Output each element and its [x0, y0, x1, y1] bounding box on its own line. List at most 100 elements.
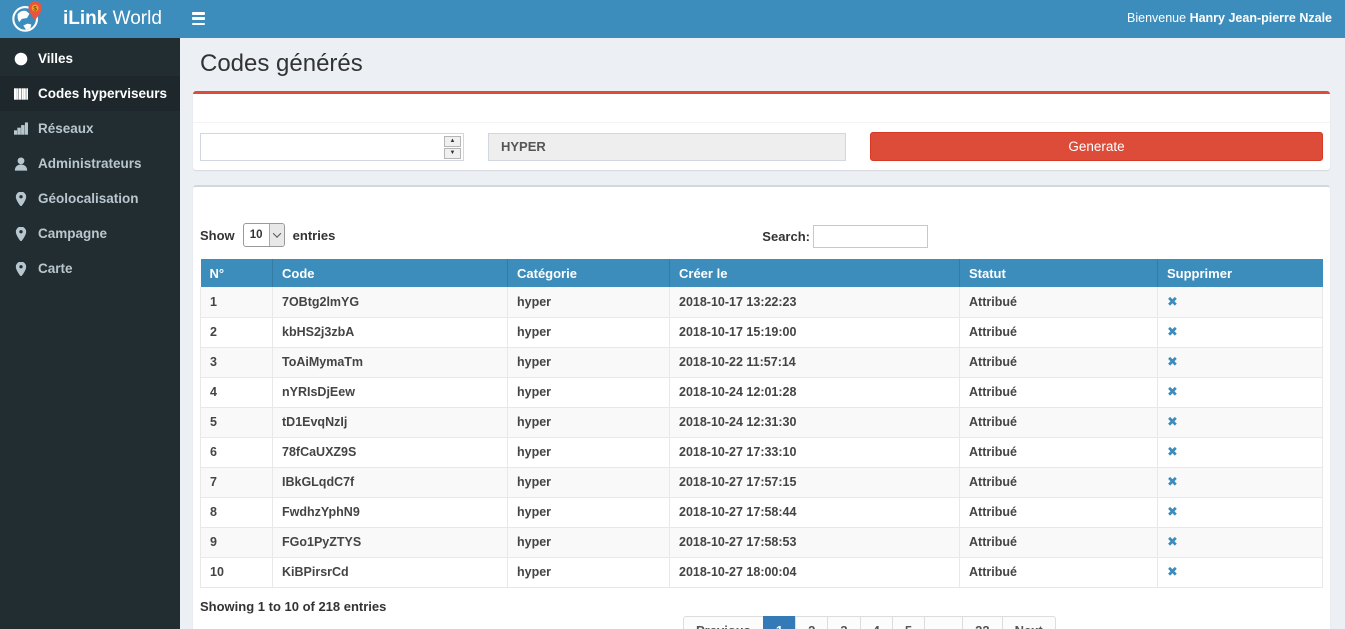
status-cell: Attribué — [960, 287, 1158, 317]
pagination-next[interactable]: Next — [1002, 616, 1056, 629]
table-row: 4nYRIsDjEewhyper2018-10-24 12:01:28Attri… — [201, 377, 1323, 407]
category-cell: hyper — [508, 317, 670, 347]
row-number: 9 — [201, 527, 273, 557]
code-cell: 7OBtg2lmYG — [273, 287, 508, 317]
main-content: Codes générés ▲ ▼ Generate Show 10 — [180, 38, 1345, 629]
sidebar-menu: VillesCodes hyperviseurs Réseaux Administr… — [0, 38, 180, 286]
column-header-creer-le[interactable]: Créer le — [670, 259, 960, 287]
sidebar-item-administrateurs[interactable]: Administrateurs — [0, 146, 180, 181]
welcome-text: Bienvenue Hanry Jean-pierre Nzale — [1127, 11, 1332, 25]
column-header-supprimer[interactable]: Supprimer — [1158, 259, 1323, 287]
category-cell: hyper — [508, 497, 670, 527]
delete-icon[interactable]: ✖ — [1167, 444, 1178, 459]
delete-cell: ✖ — [1158, 527, 1323, 557]
status-cell: Attribué — [960, 527, 1158, 557]
pagination-[interactable]: … — [924, 616, 963, 629]
sidebar-item-carte[interactable]: Carte — [0, 251, 180, 286]
sidebar-item-villes[interactable]: Villes — [0, 41, 180, 76]
row-number: 2 — [201, 317, 273, 347]
barcode-icon — [13, 86, 28, 101]
row-number: 4 — [201, 377, 273, 407]
delete-icon[interactable]: ✖ — [1167, 414, 1178, 429]
pagination: Previous12345…22Next — [683, 616, 1056, 629]
code-cell: nYRIsDjEew — [273, 377, 508, 407]
column-header-categorie[interactable]: Catégorie — [508, 259, 670, 287]
stepper-up-icon[interactable]: ▲ — [444, 136, 461, 147]
hamburger-menu-icon[interactable] — [192, 12, 205, 25]
row-number: 5 — [201, 407, 273, 437]
quantity-stepper: ▲ ▼ — [444, 136, 461, 158]
user-icon — [13, 156, 28, 171]
status-cell: Attribué — [960, 497, 1158, 527]
table-row: 678fCaUXZ9Shyper2018-10-27 17:33:10Attri… — [201, 437, 1323, 467]
status-cell: Attribué — [960, 407, 1158, 437]
pagination-22[interactable]: 22 — [962, 616, 1002, 629]
globe-pin-logo-icon: $ — [11, 0, 45, 39]
globe-icon — [13, 51, 28, 66]
delete-icon[interactable]: ✖ — [1167, 504, 1178, 519]
quantity-input[interactable] — [201, 134, 463, 160]
entries-label: entries — [293, 228, 336, 243]
sidebar-item-reseaux[interactable]: Réseaux — [0, 111, 180, 146]
delete-cell: ✖ — [1158, 557, 1323, 587]
brand-logo[interactable]: $ iLink World — [0, 0, 180, 38]
sidebar-item-geolocalisation[interactable]: Géolocalisation — [0, 181, 180, 216]
delete-icon[interactable]: ✖ — [1167, 384, 1178, 399]
app-title: iLink World — [63, 8, 162, 30]
codes-table: N°CodeCatégorieCréer leStatutSupprimer 1… — [200, 259, 1323, 588]
search-input[interactable] — [813, 225, 928, 248]
pagination-previous[interactable]: Previous — [683, 616, 764, 629]
quantity-field-wrap: ▲ ▼ — [200, 133, 464, 161]
page-length-value: 10 — [244, 224, 269, 246]
pagination-1[interactable]: 1 — [763, 616, 796, 629]
map-marker-icon — [13, 261, 28, 276]
column-header-code[interactable]: Code — [273, 259, 508, 287]
table-row: 10KiBPirsrCdhyper2018-10-27 18:00:04Attr… — [201, 557, 1323, 587]
created-cell: 2018-10-22 11:57:14 — [670, 347, 960, 377]
delete-icon[interactable]: ✖ — [1167, 324, 1178, 339]
stepper-down-icon[interactable]: ▼ — [444, 148, 461, 159]
pagination-3[interactable]: 3 — [827, 616, 860, 629]
sidebar-item-label: Campagne — [38, 226, 107, 241]
delete-cell: ✖ — [1158, 377, 1323, 407]
codes-table-panel: Show 10 entries Search: N°CodeCatégorieC… — [193, 185, 1330, 629]
table-info: Showing 1 to 10 of 218 entries — [200, 599, 1323, 614]
pagination-5[interactable]: 5 — [892, 616, 925, 629]
generate-button[interactable]: Generate — [870, 132, 1323, 161]
created-cell: 2018-10-27 17:57:15 — [670, 467, 960, 497]
category-cell: hyper — [508, 377, 670, 407]
sidebar-item-label: Carte — [38, 261, 73, 276]
row-number: 7 — [201, 467, 273, 497]
code-cell: tD1EvqNzIj — [273, 407, 508, 437]
category-cell: hyper — [508, 287, 670, 317]
category-cell: hyper — [508, 407, 670, 437]
sidebar-item-codes-hyperviseurs[interactable]: Codes hyperviseurs — [0, 76, 180, 111]
table-row: 3ToAiMymaTmhyper2018-10-22 11:57:14Attri… — [201, 347, 1323, 377]
code-cell: ToAiMymaTm — [273, 347, 508, 377]
generator-panel: ▲ ▼ Generate — [193, 91, 1330, 170]
delete-icon[interactable]: ✖ — [1167, 294, 1178, 309]
row-number: 1 — [201, 287, 273, 317]
sidebar-item-label: Géolocalisation — [38, 191, 139, 206]
search-control: Search: — [762, 225, 928, 248]
delete-icon[interactable]: ✖ — [1167, 354, 1178, 369]
category-cell: hyper — [508, 437, 670, 467]
delete-cell: ✖ — [1158, 497, 1323, 527]
pagination-2[interactable]: 2 — [795, 616, 828, 629]
sidebar-item-campagne[interactable]: Campagne — [0, 216, 180, 251]
pagination-4[interactable]: 4 — [860, 616, 893, 629]
row-number: 8 — [201, 497, 273, 527]
delete-icon[interactable]: ✖ — [1167, 564, 1178, 579]
sidebar: $ iLink World VillesCodes hyperviseurs Ré… — [0, 0, 180, 629]
delete-cell: ✖ — [1158, 467, 1323, 497]
table-row: 8FwdhzYphN9hyper2018-10-27 17:58:44Attri… — [201, 497, 1323, 527]
category-cell: hyper — [508, 557, 670, 587]
delete-icon[interactable]: ✖ — [1167, 474, 1178, 489]
column-header-statut[interactable]: Statut — [960, 259, 1158, 287]
page-length-select[interactable]: 10 — [243, 223, 285, 247]
code-cell: KiBPirsrCd — [273, 557, 508, 587]
table-row: 9FGo1PyZTYShyper2018-10-27 17:58:53Attri… — [201, 527, 1323, 557]
column-header-n[interactable]: N° — [201, 259, 273, 287]
delete-icon[interactable]: ✖ — [1167, 534, 1178, 549]
sidebar-item-label: Réseaux — [38, 121, 94, 136]
